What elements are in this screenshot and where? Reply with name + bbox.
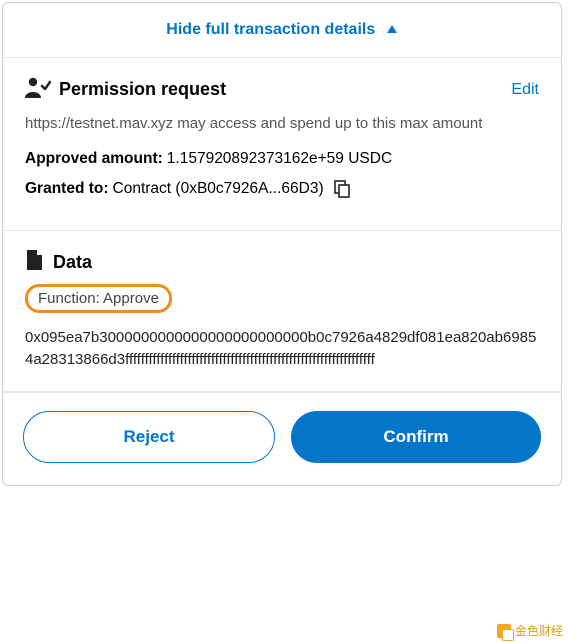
toggle-label: Hide full transaction details	[166, 21, 375, 38]
user-check-icon	[25, 76, 59, 103]
permission-description: https://testnet.mav.xyz may access and s…	[25, 113, 539, 134]
hex-data: 0x095ea7b3000000000000000000000000b0c792…	[25, 327, 539, 371]
transaction-details-panel: Hide full transaction details Permission…	[2, 2, 562, 486]
granted-to-row: Granted to: Contract (0xB0c7926A...66D3)	[25, 180, 539, 198]
data-section: Data Function: Approve 0x095ea7b30000000…	[3, 231, 561, 392]
approved-amount-value: 1.157920892373162e+59 USDC	[167, 150, 392, 168]
permission-header: Permission request Edit	[25, 76, 539, 103]
edit-button[interactable]: Edit	[511, 81, 539, 99]
copy-icon[interactable]	[334, 180, 350, 198]
confirm-button[interactable]: Confirm	[291, 411, 541, 463]
watermark-text: 金色财经	[515, 622, 563, 639]
approved-amount-row: Approved amount: 1.157920892373162e+59 U…	[25, 150, 539, 168]
watermark: 金色财经	[497, 622, 563, 639]
permission-heading: Permission request	[59, 79, 511, 100]
function-pill: Function: Approve	[25, 284, 172, 313]
footer-actions: Reject Confirm	[3, 392, 561, 485]
permission-request-section: Permission request Edit https://testnet.…	[3, 58, 561, 231]
granted-to-value: Contract (0xB0c7926A...66D3)	[113, 180, 324, 198]
data-heading: Data	[53, 252, 92, 273]
reject-button[interactable]: Reject	[23, 411, 275, 463]
watermark-icon	[497, 624, 511, 638]
file-icon	[25, 249, 43, 276]
data-header: Data	[25, 249, 539, 276]
hide-details-toggle[interactable]: Hide full transaction details	[3, 3, 561, 58]
caret-up-icon	[386, 21, 398, 39]
granted-to-label: Granted to:	[25, 180, 109, 198]
approved-amount-label: Approved amount:	[25, 150, 163, 168]
